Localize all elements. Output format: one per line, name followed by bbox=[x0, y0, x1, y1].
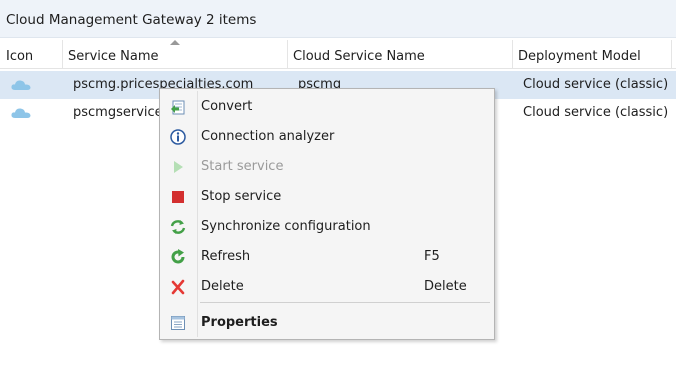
column-header-deployment-model[interactable]: Deployment Model bbox=[518, 38, 668, 68]
menu-item-properties[interactable]: Properties bbox=[162, 309, 492, 337]
menu-item-label: Delete bbox=[201, 279, 244, 294]
column-header-service-name[interactable]: Service Name bbox=[68, 38, 283, 68]
column-header-icon[interactable]: Icon bbox=[6, 38, 58, 68]
play-icon bbox=[174, 161, 183, 173]
context-menu: Convert Connection analyzer Start servic… bbox=[159, 88, 495, 340]
convert-icon bbox=[171, 100, 185, 115]
menu-item-shortcut: Delete bbox=[424, 279, 467, 294]
menu-item-label: Connection analyzer bbox=[201, 129, 335, 144]
menu-item-label: Synchronize configuration bbox=[201, 219, 371, 234]
menu-item-refresh[interactable]: Refresh F5 bbox=[162, 243, 492, 271]
column-header-row: Icon Service Name Cloud Service Name Dep… bbox=[0, 38, 676, 69]
menu-item-label: Start service bbox=[201, 159, 284, 174]
delete-icon bbox=[171, 279, 185, 295]
sync-icon bbox=[170, 220, 186, 234]
column-header-cloud-service-name[interactable]: Cloud Service Name bbox=[293, 38, 508, 68]
menu-item-label: Properties bbox=[201, 315, 278, 330]
menu-item-synchronize-configuration[interactable]: Synchronize configuration bbox=[162, 213, 492, 241]
column-divider[interactable] bbox=[671, 40, 672, 68]
menu-item-label: Stop service bbox=[201, 189, 282, 204]
page-title: Cloud Management Gateway 2 items bbox=[6, 12, 257, 28]
menu-item-connection-analyzer[interactable]: Connection analyzer bbox=[162, 123, 492, 151]
menu-item-delete[interactable]: Delete Delete bbox=[162, 273, 492, 301]
cloud-icon bbox=[11, 80, 31, 90]
properties-icon bbox=[171, 316, 185, 330]
column-divider[interactable] bbox=[512, 40, 513, 68]
menu-item-shortcut: F5 bbox=[424, 249, 440, 264]
menu-item-convert[interactable]: Convert bbox=[162, 93, 492, 121]
menu-item-label: Refresh bbox=[201, 249, 251, 264]
info-icon bbox=[170, 129, 186, 145]
cloud-icon bbox=[11, 108, 31, 118]
menu-separator bbox=[200, 302, 490, 303]
column-divider[interactable] bbox=[287, 40, 288, 68]
deployment-model-cell: Cloud service (classic) bbox=[523, 105, 669, 120]
stop-icon bbox=[172, 191, 184, 203]
column-divider[interactable] bbox=[62, 40, 63, 68]
menu-item-start-service[interactable]: Start service bbox=[162, 153, 492, 181]
menu-item-label: Convert bbox=[201, 99, 253, 114]
menu-item-stop-service[interactable]: Stop service bbox=[162, 183, 492, 211]
deployment-model-cell: Cloud service (classic) bbox=[523, 77, 669, 92]
list-header-bar: Cloud Management Gateway 2 items bbox=[0, 0, 676, 38]
refresh-icon bbox=[171, 249, 185, 264]
